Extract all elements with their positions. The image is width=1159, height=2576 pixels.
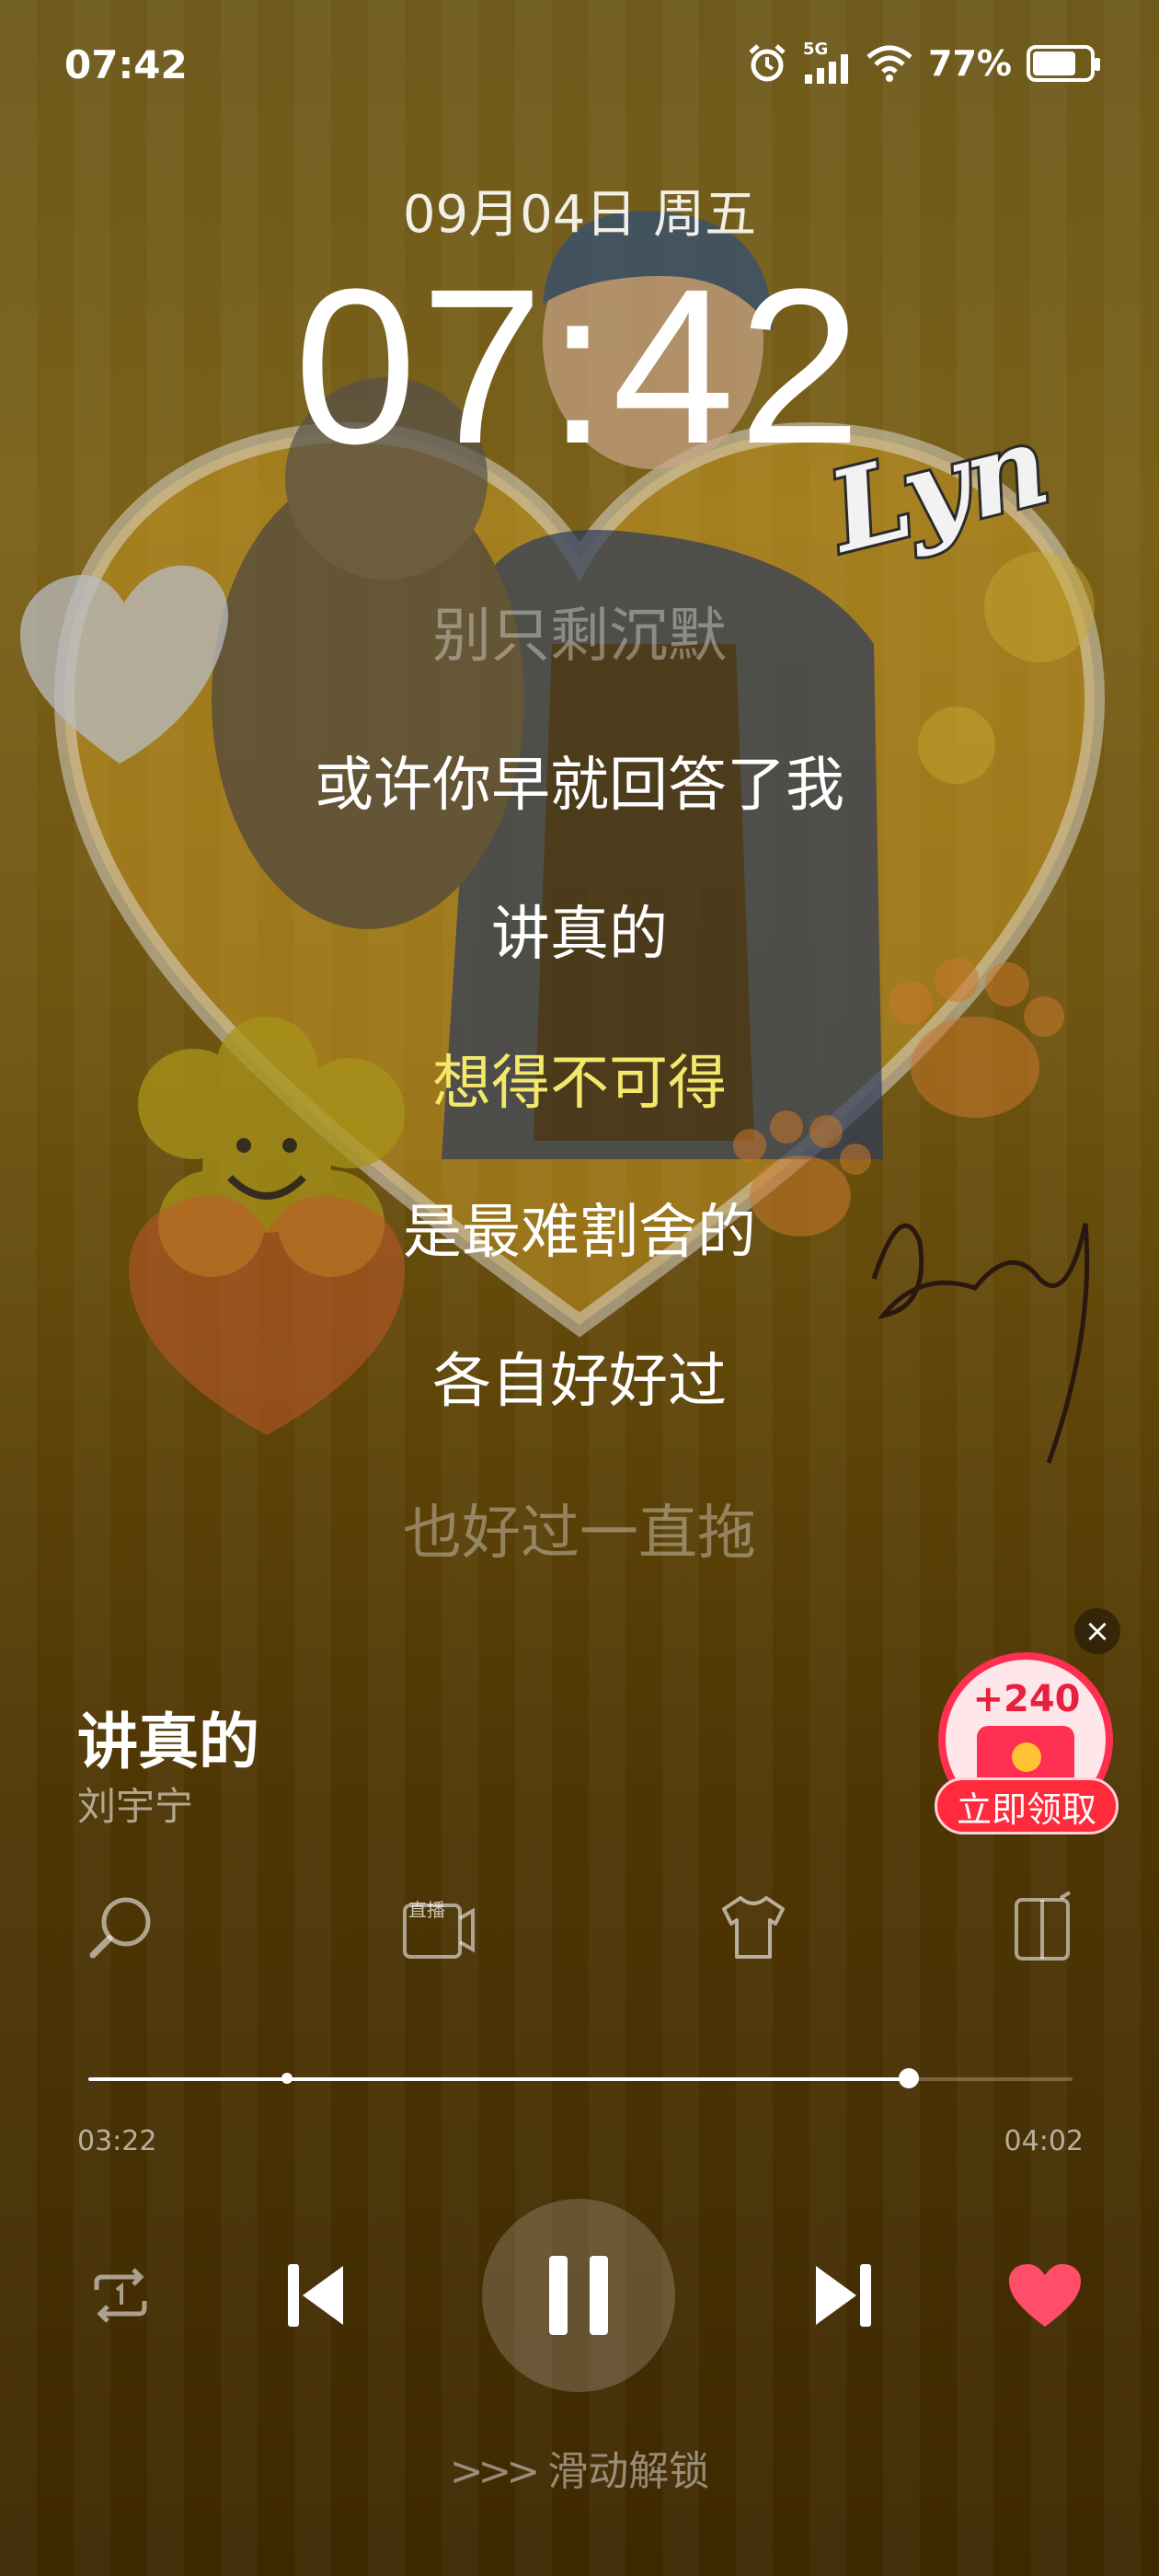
lyric-line: 也好过一直拖 — [403, 1500, 756, 1568]
battery-icon — [1027, 45, 1100, 82]
reward-widget[interactable]: +240 立即领取 — [935, 1652, 1119, 1836]
live-button[interactable]: 直播 — [397, 1886, 480, 1969]
like-button[interactable] — [999, 2249, 1091, 2341]
status-bar: 07:42 5G 77% — [0, 0, 1159, 138]
play-pause-button[interactable] — [482, 2199, 675, 2392]
progress-handle[interactable] — [899, 2068, 920, 2088]
lyric-line: 讲真的 — [491, 901, 668, 969]
claim-reward-button[interactable]: 立即领取 — [935, 1777, 1119, 1834]
art-lyn-text: Lyn — [815, 399, 1061, 570]
alarm-icon — [749, 44, 786, 82]
battery-percent: 77% — [928, 43, 1012, 84]
playback-controls — [0, 2199, 1159, 2392]
coin-icon — [1012, 1742, 1041, 1772]
lyric-line: 别只剩沉默 — [432, 603, 727, 671]
progress-played — [88, 2077, 910, 2081]
total-time: 04:02 — [1004, 2125, 1084, 2157]
lockscreen-date: 09月04日 周五 — [402, 185, 757, 245]
slide-to-unlock[interactable]: >>> 滑动解锁 — [0, 2438, 1159, 2497]
repeat-button[interactable] — [79, 2254, 162, 2337]
current-time: 03:22 — [77, 2125, 157, 2157]
lyric-line: 是最难割舍的 — [403, 1199, 756, 1267]
unlock-label: 滑动解锁 — [547, 2448, 710, 2495]
device-switch-icon — [1015, 1891, 1072, 1961]
live-label: 直播 — [408, 1899, 445, 1921]
live-icon: 直播 — [403, 1899, 475, 1959]
status-time: 07:42 — [64, 42, 188, 87]
previous-button[interactable] — [270, 2249, 362, 2341]
reward-close-button[interactable]: × — [1074, 1608, 1120, 1654]
lyric-line-current: 想得不可得 — [432, 1050, 727, 1118]
chevrons-icon: >>> — [449, 2448, 541, 2495]
next-icon — [816, 2264, 871, 2327]
progress-bar[interactable] — [88, 2068, 1073, 2088]
tool-row: 直播 — [0, 1886, 1159, 1969]
song-title: 讲真的 — [77, 1707, 259, 1777]
tshirt-icon — [722, 1896, 785, 1959]
song-artist: 刘宇宁 — [77, 1784, 194, 1829]
status-icons: 5G 77% — [746, 40, 1100, 85]
next-button[interactable] — [797, 2249, 889, 2341]
repeat-one-icon — [94, 2268, 147, 2323]
device-switch-button[interactable] — [1003, 1886, 1085, 1969]
pause-icon — [549, 2256, 608, 2335]
art-lyn-logo: Lyn — [812, 397, 1063, 570]
lyric-line: 或许你早就回答了我 — [315, 752, 844, 820]
search-button[interactable] — [79, 1886, 162, 1969]
progress-marker — [281, 2073, 293, 2084]
wifi-icon — [866, 45, 912, 82]
lyric-line: 各自好好过 — [432, 1348, 727, 1416]
search-icon — [89, 1897, 151, 1959]
previous-icon — [288, 2264, 343, 2327]
heart-icon — [1009, 2264, 1081, 2327]
theme-button[interactable] — [712, 1886, 795, 1969]
cellular-signal-icon: 5G — [803, 40, 851, 84]
reward-points: +240 — [972, 1678, 1081, 1720]
